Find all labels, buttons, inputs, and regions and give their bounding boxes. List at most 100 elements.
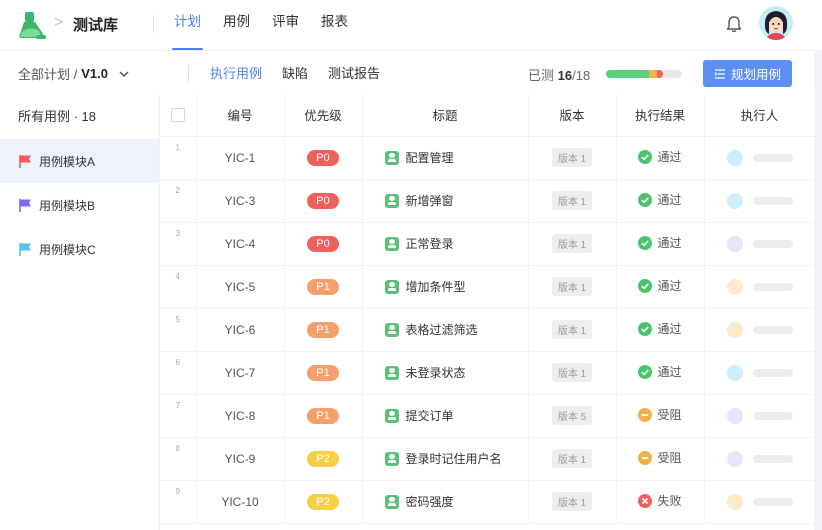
column-header-result[interactable]: 执行结果	[616, 94, 705, 137]
app-title[interactable]: 测试库	[73, 14, 118, 35]
executor-cell[interactable]	[704, 437, 816, 481]
result-cell[interactable]: 通过	[616, 222, 705, 266]
table-row[interactable]: 5 YIC-6 P1 表格过滤筛选 版本 1 通过	[160, 308, 816, 352]
result-cell[interactable]: 通过	[616, 136, 705, 180]
case-title[interactable]: 表格过滤筛选	[406, 323, 478, 337]
column-header-version[interactable]: 版本	[528, 94, 617, 137]
priority-cell: P1	[284, 308, 363, 352]
executor-cell[interactable]	[704, 351, 816, 395]
result-status[interactable]: 通过	[638, 148, 682, 165]
executor[interactable]	[705, 235, 815, 252]
executor-cell[interactable]	[704, 179, 816, 223]
executor-cell[interactable]	[704, 222, 816, 266]
tab-execute-cases[interactable]: 执行用例	[210, 63, 262, 82]
tab-defects[interactable]: 缺陷	[282, 63, 308, 82]
executor[interactable]	[705, 407, 815, 424]
table-row[interactable]: 3 YIC-4 P0 正常登录 版本 1 通过	[160, 222, 816, 266]
case-title[interactable]: 提交订单	[406, 409, 454, 423]
executor[interactable]	[705, 321, 815, 338]
executor-cell[interactable]	[704, 394, 816, 438]
result-cell[interactable]: 受阻	[616, 437, 705, 481]
result-status[interactable]: 通过	[638, 277, 682, 294]
tab-cases[interactable]: 用例	[219, 0, 254, 50]
title-cell[interactable]: 登录时记住用户名	[362, 437, 529, 481]
select-all-cell[interactable]	[160, 94, 197, 137]
executor[interactable]	[705, 450, 815, 467]
column-header-priority[interactable]: 优先级	[284, 94, 363, 137]
table-row[interactable]: 8 YIC-9 P2 登录时记住用户名 版本 1 受阻	[160, 437, 816, 481]
result-cell[interactable]: 失败	[616, 480, 705, 524]
result-cell[interactable]: 通过	[616, 265, 705, 309]
title-cell[interactable]: 正常登录	[362, 222, 529, 266]
title-cell[interactable]: 表格过滤筛选	[362, 308, 529, 352]
title-cell[interactable]: 密码强度	[362, 480, 529, 524]
bell-icon[interactable]	[724, 14, 744, 34]
case-id: YIC-8	[196, 394, 285, 438]
case-title[interactable]: 增加条件型	[406, 280, 466, 294]
tab-plan[interactable]: 计划	[170, 0, 205, 50]
case-title[interactable]: 未登录状态	[406, 366, 466, 380]
result-status[interactable]: 失败	[638, 492, 682, 509]
title-cell[interactable]: 增加条件型	[362, 265, 529, 309]
logo-icon[interactable]	[18, 10, 50, 40]
title-cell[interactable]: 配置管理	[362, 136, 529, 180]
column-header-id[interactable]: 编号	[196, 94, 285, 137]
all-cases-title[interactable]: 所有用例 · 18	[18, 106, 96, 125]
title-cell[interactable]: 提交订单	[362, 394, 529, 438]
executor[interactable]	[705, 192, 815, 209]
result-cell[interactable]: 受阻	[616, 394, 705, 438]
cases-table: 编号 优先级 标题 版本 执行结果 执行人 1 YIC-1 P0 配置管理 版本 1 通过…	[160, 94, 816, 524]
row-index: 9	[160, 480, 197, 524]
table-row[interactable]: 9 YIC-10 P2 密码强度 版本 1 失败	[160, 480, 816, 524]
sidebar-item-module-a[interactable]: 用例模块A	[0, 139, 159, 183]
case-icon	[384, 365, 399, 380]
title-cell[interactable]: 未登录状态	[362, 351, 529, 395]
executor-cell[interactable]	[704, 308, 816, 352]
version-tag: 版本 1	[551, 191, 593, 210]
result-status[interactable]: 通过	[638, 363, 682, 380]
select-all-checkbox[interactable]	[170, 107, 185, 122]
plan-cases-button[interactable]: 规划用例	[703, 60, 792, 87]
tab-reports[interactable]: 报表	[317, 0, 352, 50]
executor-cell[interactable]	[704, 136, 816, 180]
result-cell[interactable]: 通过	[616, 308, 705, 352]
tab-review[interactable]: 评审	[268, 0, 303, 50]
priority-cell: P1	[284, 394, 363, 438]
result-status[interactable]: 受阻	[638, 406, 682, 423]
table-row[interactable]: 6 YIC-7 P1 未登录状态 版本 1 通过	[160, 351, 816, 395]
case-title[interactable]: 正常登录	[406, 237, 454, 251]
executor[interactable]	[705, 278, 815, 295]
executor[interactable]	[705, 149, 815, 166]
plan-version-select[interactable]: 全部计划 / V1.0	[18, 64, 130, 83]
sidebar-item-module-c[interactable]: 用例模块C	[0, 227, 159, 271]
result-status[interactable]: 受阻	[638, 449, 682, 466]
executor[interactable]	[705, 493, 815, 510]
case-title[interactable]: 配置管理	[406, 151, 454, 165]
sidebar-item-module-b[interactable]: 用例模块B	[0, 183, 159, 227]
case-title[interactable]: 登录时记住用户名	[406, 452, 502, 466]
column-header-title[interactable]: 标题	[362, 94, 529, 137]
table-row[interactable]: 1 YIC-1 P0 配置管理 版本 1 通过	[160, 136, 816, 180]
blocked-icon	[638, 450, 653, 465]
result-status[interactable]: 通过	[638, 191, 682, 208]
user-avatar[interactable]	[759, 6, 793, 40]
title-cell[interactable]: 新增弹窗	[362, 179, 529, 223]
case-title[interactable]: 新增弹窗	[406, 194, 454, 208]
executor[interactable]	[705, 364, 815, 381]
table-row[interactable]: 7 YIC-8 P1 提交订单 版本 5 受阻	[160, 394, 816, 438]
result-cell[interactable]: 通过	[616, 351, 705, 395]
case-id: YIC-5	[196, 265, 285, 309]
executor-cell[interactable]	[704, 265, 816, 309]
executor-cell[interactable]	[704, 480, 816, 524]
table-row[interactable]: 4 YIC-5 P1 增加条件型 版本 1 通过	[160, 265, 816, 309]
result-status[interactable]: 通过	[638, 234, 682, 251]
version-tag: 版本 1	[551, 148, 593, 167]
table-row[interactable]: 2 YIC-3 P0 新增弹窗 版本 1 通过	[160, 179, 816, 223]
row-index: 3	[160, 222, 197, 266]
result-cell[interactable]: 通过	[616, 179, 705, 223]
result-status[interactable]: 通过	[638, 320, 682, 337]
plan-label: 全部计划 /	[18, 67, 78, 82]
column-header-executor[interactable]: 执行人	[704, 94, 816, 137]
tab-test-report[interactable]: 测试报告	[328, 63, 380, 82]
case-title[interactable]: 密码强度	[406, 495, 454, 509]
